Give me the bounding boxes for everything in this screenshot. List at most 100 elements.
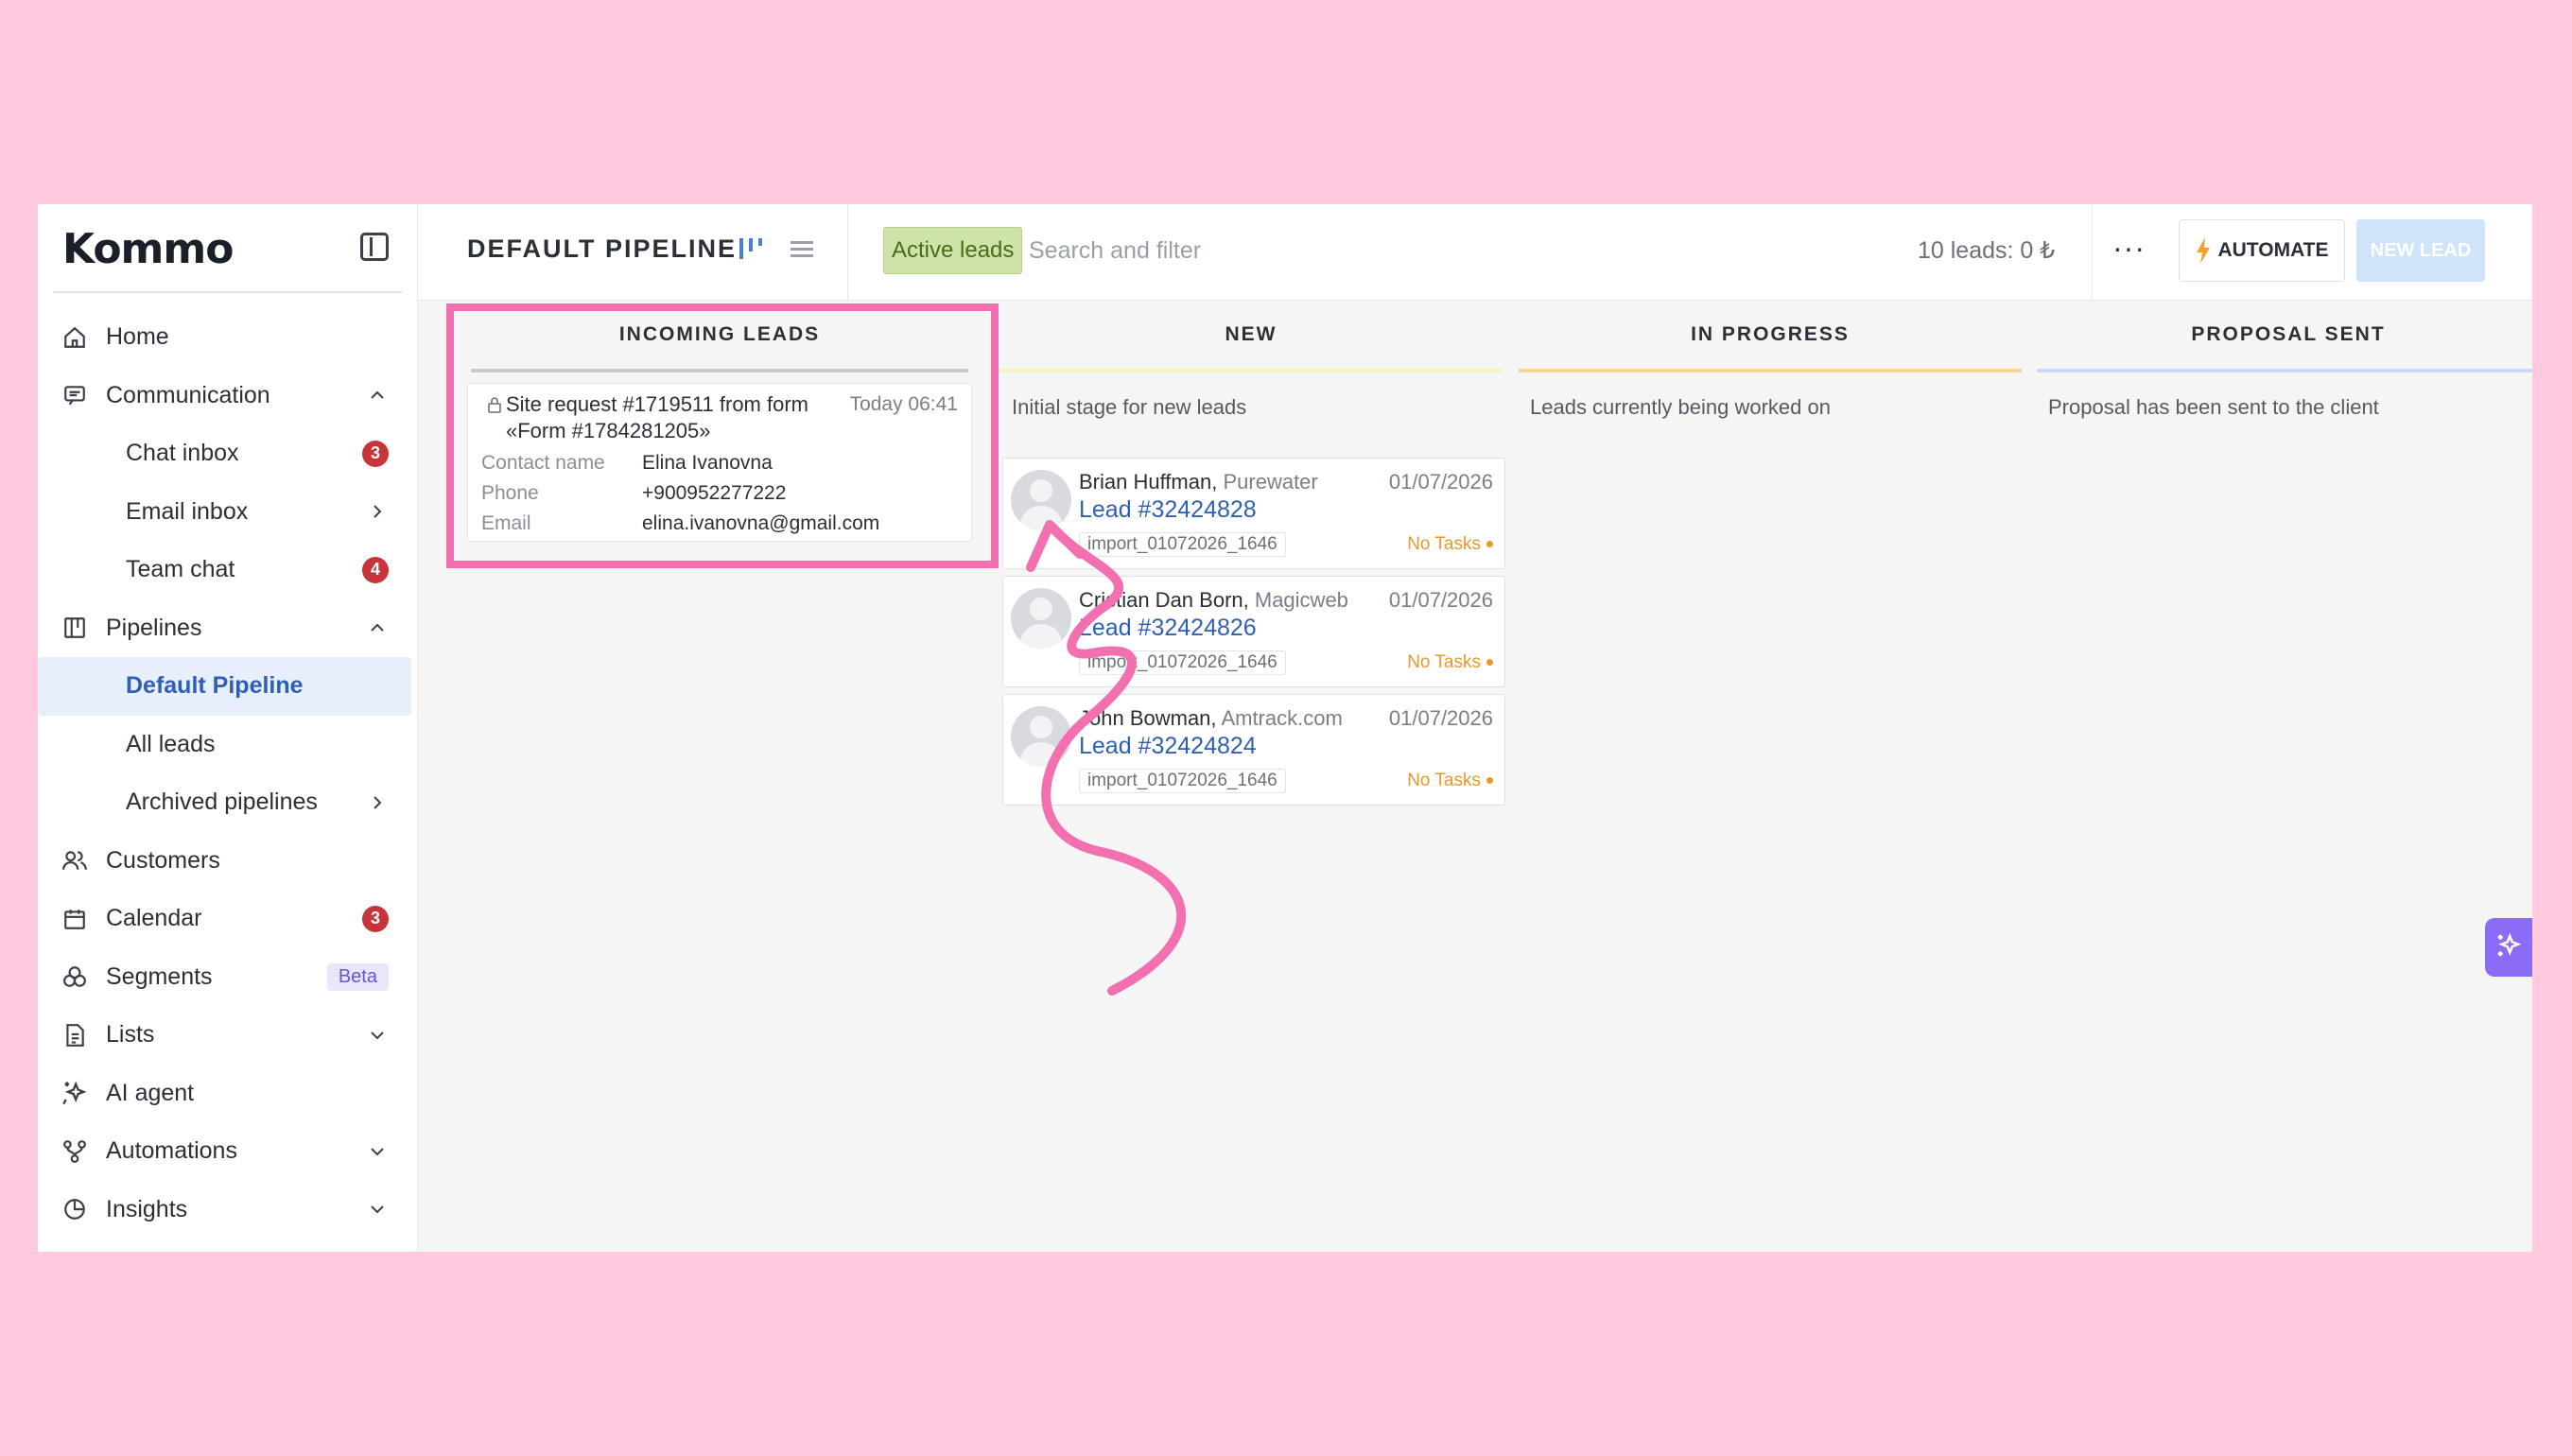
- column-title: PROPOSAL SENT: [2191, 323, 2386, 345]
- sidebar-item-label: Default Pipeline: [126, 672, 304, 700]
- sidebar-item-pipelines[interactable]: Pipelines: [38, 599, 417, 658]
- new-lead-button[interactable]: NEW LEAD: [2356, 219, 2485, 282]
- chevron-down-icon[interactable]: [370, 1144, 385, 1159]
- more-options-button[interactable]: ···: [2112, 233, 2146, 263]
- sidebar-item-label: Automations: [106, 1137, 237, 1165]
- avatar: [1011, 470, 1071, 530]
- column-description: Initial stage for new leads: [1012, 395, 1247, 419]
- lead-card[interactable]: Brian Huffman, Purewater 01/07/2026 Lead…: [1002, 458, 1505, 569]
- sidebar-item-home[interactable]: Home: [38, 308, 417, 367]
- column-title: IN PROGRESS: [1691, 323, 1850, 345]
- lead-date: 01/07/2026: [1388, 588, 1493, 612]
- lead-card[interactable]: John Bowman, Amtrack.com 01/07/2026 Lead…: [1002, 694, 1505, 806]
- pipeline-board: DEFAULT PIPELINE Active leads 10 leads: …: [418, 204, 2532, 1252]
- chevron-down-icon[interactable]: [370, 1202, 385, 1217]
- brand-bar: Kommo: [38, 204, 417, 293]
- sidebar-nav: Home Communication Chat inbox 3 Email in…: [38, 293, 417, 1239]
- leads-count: 10 leads: 0 ₺: [1918, 237, 2056, 264]
- kanban-view-icon[interactable]: [736, 233, 768, 265]
- sidebar-item-label: Email inbox: [126, 497, 249, 525]
- sidebar-item-label: Customers: [106, 846, 220, 874]
- column-new: NEW Initial stage for new leads: [997, 301, 1505, 420]
- sidebar-item-label: Pipelines: [106, 614, 202, 641]
- column-description: Leads currently being worked on: [1530, 395, 1831, 419]
- automate-label: AUTOMATE: [2217, 239, 2329, 261]
- sidebar-item-segments[interactable]: Segments Beta: [38, 948, 417, 1007]
- sidebar-item-label: Chat inbox: [126, 440, 239, 467]
- sidebar-item-chat-inbox[interactable]: Chat inbox 3: [38, 425, 417, 483]
- sidebar-item-ai-agent[interactable]: AI agent: [38, 1065, 417, 1123]
- column-in-progress: IN PROGRESS Leads currently being worked…: [1515, 301, 2025, 420]
- lead-link[interactable]: Lead #32424824: [1079, 733, 1257, 760]
- automate-button[interactable]: AUTOMATE: [2179, 219, 2345, 282]
- segments-icon: [61, 962, 89, 991]
- sidebar-item-communication[interactable]: Communication: [38, 367, 417, 425]
- contact-name[interactable]: Cristian Dan Born, Magicweb: [1079, 588, 1348, 613]
- sidebar-item-label: Archived pipelines: [126, 789, 318, 816]
- sidebar-item-email-inbox[interactable]: Email inbox: [38, 483, 417, 542]
- lead-date: 01/07/2026: [1388, 470, 1493, 494]
- sidebar-item-label: Segments: [106, 962, 213, 990]
- sidebar-item-label: Calendar: [106, 905, 202, 932]
- lead-link[interactable]: Lead #32424828: [1079, 496, 1257, 524]
- sidebar-item-label: Lists: [106, 1021, 155, 1049]
- company-name: Amtrack.com: [1221, 706, 1343, 730]
- divider: [2092, 204, 2093, 301]
- pipeline-icon: [61, 614, 89, 642]
- task-status[interactable]: No Tasks: [1407, 534, 1493, 555]
- home-icon: [61, 323, 89, 352]
- sidebar-item-insights[interactable]: Insights: [38, 1181, 417, 1239]
- contact-name[interactable]: John Bowman, Amtrack.com: [1079, 706, 1343, 731]
- sidebar-item-lists[interactable]: Lists: [38, 1006, 417, 1065]
- chevron-down-icon[interactable]: [370, 1028, 385, 1043]
- page-title[interactable]: DEFAULT PIPELINE: [467, 234, 737, 264]
- kommo-logo[interactable]: Kommo: [62, 225, 234, 273]
- lead-link[interactable]: Lead #32424826: [1079, 615, 1257, 642]
- chevron-up-icon[interactable]: [370, 620, 385, 635]
- sidebar-item-label: All leads: [126, 730, 216, 757]
- app-window: Kommo Home Communication Chat inbox 3 Em…: [38, 204, 2532, 1252]
- chevron-up-icon[interactable]: [370, 388, 385, 403]
- sidebar-item-default-pipeline[interactable]: Default Pipeline: [38, 657, 411, 716]
- column-description: Proposal has been sent to the client: [2048, 395, 2379, 419]
- ai-assistant-button[interactable]: [2485, 918, 2532, 977]
- task-status[interactable]: No Tasks: [1407, 652, 1493, 673]
- top-bar: DEFAULT PIPELINE Active leads 10 leads: …: [418, 204, 2532, 301]
- sidebar-item-team-chat[interactable]: Team chat 4: [38, 541, 417, 599]
- chat-icon: [61, 381, 89, 409]
- task-status[interactable]: No Tasks: [1407, 771, 1493, 791]
- lead-tag[interactable]: import_01072026_1646: [1079, 769, 1286, 793]
- lead-tag[interactable]: import_01072026_1646: [1079, 650, 1286, 675]
- search-input[interactable]: [1029, 229, 1558, 272]
- sparkle-icon: [2494, 931, 2523, 964]
- sidebar-item-all-leads[interactable]: All leads: [38, 716, 417, 774]
- chevron-right-icon[interactable]: [370, 504, 385, 519]
- sidebar-item-calendar[interactable]: Calendar 3: [38, 890, 417, 948]
- lead-tag[interactable]: import_01072026_1646: [1079, 532, 1286, 557]
- avatar: [1011, 706, 1071, 767]
- document-icon: [61, 1021, 89, 1049]
- divider: [53, 291, 402, 293]
- count-badge: 3: [362, 905, 389, 932]
- sidebar-item-customers[interactable]: Customers: [38, 832, 417, 891]
- sidebar-item-label: Communication: [106, 381, 270, 408]
- sidebar-item-label: Insights: [106, 1195, 188, 1222]
- pie-icon: [61, 1195, 89, 1223]
- contact-person: Cristian Dan Born,: [1079, 588, 1249, 612]
- beta-badge: Beta: [326, 962, 389, 991]
- sidebar-item-automations[interactable]: Automations: [38, 1122, 417, 1181]
- divider: [847, 204, 848, 301]
- active-leads-filter-tag[interactable]: Active leads: [883, 227, 1023, 274]
- chevron-right-icon[interactable]: [370, 795, 385, 810]
- contact-name[interactable]: Brian Huffman, Purewater: [1079, 470, 1318, 494]
- sidebar: Kommo Home Communication Chat inbox 3 Em…: [38, 204, 418, 1252]
- avatar: [1011, 588, 1071, 649]
- sidebar-item-label: Team chat: [126, 556, 235, 583]
- sidebar-collapse-icon[interactable]: [360, 233, 389, 261]
- list-view-icon[interactable]: [789, 236, 815, 263]
- sidebar-item-archived-pipelines[interactable]: Archived pipelines: [38, 773, 417, 832]
- lead-card[interactable]: Cristian Dan Born, Magicweb 01/07/2026 L…: [1002, 576, 1505, 687]
- calendar-icon: [61, 905, 89, 933]
- sidebar-item-label: Home: [106, 323, 169, 351]
- highlight-box: [446, 303, 999, 568]
